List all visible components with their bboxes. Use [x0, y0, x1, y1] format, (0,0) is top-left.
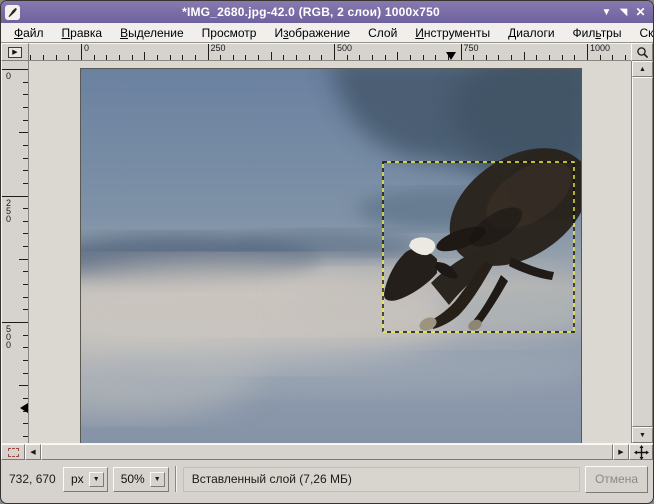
- status-progress-area: Вставленный слой (7,26 МБ): [183, 467, 580, 492]
- zoom-fit-toggle-button[interactable]: [631, 43, 653, 61]
- pointer-y-marker: [20, 403, 28, 413]
- menu-arrow-icon: ▶: [8, 47, 22, 58]
- horizontal-ruler[interactable]: 02505007501000: [29, 43, 631, 61]
- shade-button[interactable]: ▼: [598, 4, 615, 20]
- zoom-value: 50%: [121, 472, 145, 486]
- menu-image[interactable]: Изображение: [266, 24, 358, 42]
- quick-mask-toggle[interactable]: [1, 444, 25, 460]
- menu-scriptfu[interactable]: Скрипт-Фу: [631, 24, 654, 42]
- cloud-streak-left2: [231, 231, 421, 263]
- close-button[interactable]: ✕: [632, 4, 649, 20]
- menu-file[interactable]: Файл: [6, 24, 52, 42]
- scroll-up-arrow[interactable]: ▲: [632, 61, 653, 77]
- pointer-x-marker: [446, 52, 456, 60]
- titlebar[interactable]: *IMG_2680.jpg-42.0 (RGB, 2 слои) 1000x75…: [1, 1, 653, 23]
- hscroll-row: ◀ ▶: [1, 443, 653, 460]
- main-area: 0250500: [1, 61, 653, 443]
- status-message: Вставленный слой (7,26 МБ): [192, 472, 352, 486]
- scroll-down-arrow[interactable]: ▼: [632, 427, 653, 443]
- menu-tools[interactable]: Инструменты: [407, 24, 498, 42]
- window-icon: [5, 5, 20, 20]
- menu-edit[interactable]: Правка: [54, 24, 111, 42]
- canvas-viewport[interactable]: [29, 61, 631, 443]
- unit-dropdown[interactable]: px ▼: [63, 467, 108, 492]
- horizontal-scrollbar-thumb[interactable]: [41, 444, 613, 460]
- image-menu-button[interactable]: ▶: [1, 43, 29, 61]
- vertical-ruler[interactable]: 0250500: [1, 61, 29, 443]
- vertical-scrollbar[interactable]: ▲ ▼: [631, 61, 653, 443]
- menu-select[interactable]: Выделение: [112, 24, 192, 42]
- menu-filters[interactable]: Фильтры: [565, 24, 630, 42]
- cloud-bottom-streak: [96, 343, 581, 395]
- wilber-icon: [7, 7, 18, 18]
- pan-cross-icon: [634, 445, 649, 460]
- scroll-left-arrow[interactable]: ◀: [25, 444, 41, 460]
- navigation-pan-button[interactable]: [629, 444, 653, 460]
- menu-view[interactable]: Просмотр: [194, 24, 265, 42]
- statusbar-separator: [175, 466, 177, 492]
- vertical-scrollbar-thumb[interactable]: [632, 77, 653, 427]
- dropdown-arrow-icon: ▼: [89, 472, 104, 487]
- menu-layer[interactable]: Слой: [360, 24, 405, 42]
- menu-dialogs[interactable]: Диалоги: [500, 24, 562, 42]
- scroll-right-arrow[interactable]: ▶: [613, 444, 629, 460]
- menubar: Файл Правка Выделение Просмотр Изображен…: [1, 23, 653, 43]
- pointer-coordinates: 732, 670: [6, 472, 58, 486]
- statusbar: 732, 670 px ▼ 50% ▼ Вставленный слой (7,…: [1, 460, 653, 498]
- unit-value: px: [71, 472, 84, 486]
- horizontal-scrollbar[interactable]: ◀ ▶: [25, 444, 629, 460]
- ruler-row: ▶ 02505007501000: [1, 43, 653, 61]
- quick-mask-icon: [8, 448, 19, 457]
- maximize-button[interactable]: ◥: [615, 4, 632, 20]
- zoom-dropdown[interactable]: 50% ▼: [113, 467, 169, 492]
- window-title: *IMG_2680.jpg-42.0 (RGB, 2 слои) 1000x75…: [24, 5, 598, 19]
- dropdown-arrow-icon: ▼: [150, 472, 165, 487]
- magnifier-icon: [636, 46, 649, 59]
- canvas-image[interactable]: [81, 69, 581, 443]
- gimp-image-window: *IMG_2680.jpg-42.0 (RGB, 2 слои) 1000x75…: [0, 0, 654, 504]
- cancel-button[interactable]: Отмена: [585, 466, 648, 493]
